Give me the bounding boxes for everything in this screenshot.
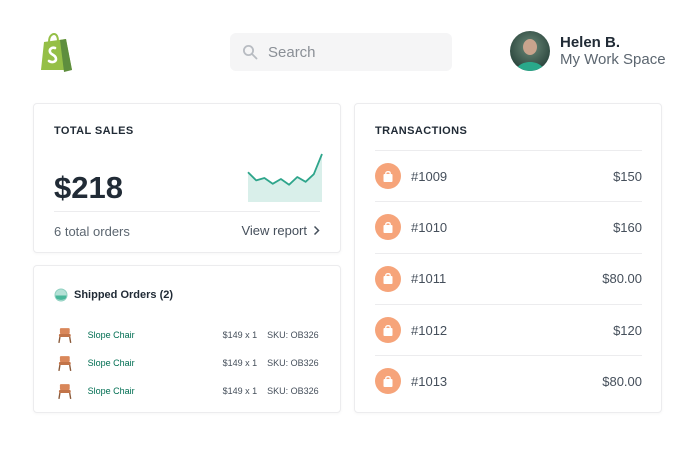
list-item[interactable]: Slope Chair $149 x 1 SKU: OB326 bbox=[56, 321, 320, 349]
divider bbox=[54, 211, 320, 212]
transaction-amount: $80.00 bbox=[602, 373, 642, 389]
shipped-items-list: Slope Chair $149 x 1 SKU: OB326 Slope Ch… bbox=[56, 321, 320, 405]
transactions-title: TRANSACTIONS bbox=[375, 125, 468, 137]
table-row[interactable]: #1010 $160 bbox=[375, 201, 642, 252]
avatar[interactable] bbox=[510, 31, 550, 71]
workspace-name: My Work Space bbox=[560, 51, 666, 68]
table-row[interactable]: #1012 $120 bbox=[375, 303, 642, 355]
transaction-amount: $160 bbox=[613, 219, 642, 235]
shipped-header[interactable]: Shipped Orders (2) bbox=[54, 288, 173, 302]
product-sku: SKU: OB326 bbox=[267, 330, 319, 340]
total-sales-card: TOTAL SALES $218 6 total orders View rep… bbox=[33, 103, 341, 253]
shipped-status-icon bbox=[54, 288, 68, 302]
shopping-bag-icon bbox=[375, 368, 401, 395]
avatar-portrait-icon bbox=[516, 39, 544, 71]
transaction-amount: $120 bbox=[613, 322, 642, 338]
product-sku: SKU: OB326 bbox=[267, 358, 319, 368]
sales-title: TOTAL SALES bbox=[54, 125, 134, 137]
shopping-bag-icon bbox=[375, 265, 401, 292]
chair-icon bbox=[58, 328, 72, 343]
user-menu[interactable]: Helen B. My Work Space bbox=[510, 31, 666, 71]
sales-amount: $218 bbox=[54, 170, 123, 205]
user-name: Helen B. bbox=[560, 34, 621, 51]
table-row[interactable]: #1009 $150 bbox=[375, 150, 642, 201]
shipped-title: Shipped Orders (2) bbox=[74, 289, 174, 301]
search-icon bbox=[243, 45, 258, 60]
chevron-right-icon bbox=[313, 225, 320, 236]
product-sku: SKU: OB326 bbox=[267, 386, 319, 396]
shopping-bag-icon bbox=[375, 214, 401, 241]
table-row[interactable]: #1013 $80.00 bbox=[375, 355, 642, 406]
list-item[interactable]: Slope Chair $149 x 1 SKU: OB326 bbox=[56, 349, 320, 377]
list-item[interactable]: Slope Chair $149 x 1 SKU: OB326 bbox=[56, 377, 320, 405]
view-report-link[interactable]: View report bbox=[241, 223, 320, 238]
search-input[interactable] bbox=[268, 43, 438, 61]
product-price: $149 x 1 bbox=[222, 358, 258, 368]
product-name[interactable]: Slope Chair bbox=[88, 358, 215, 368]
shopping-bag-icon bbox=[375, 163, 401, 190]
transaction-id: #1009 bbox=[411, 168, 448, 184]
transaction-amount: $150 bbox=[613, 168, 642, 184]
product-price: $149 x 1 bbox=[222, 330, 258, 340]
transaction-amount: $80.00 bbox=[602, 271, 642, 287]
transaction-id: #1011 bbox=[411, 271, 447, 287]
transaction-id: #1010 bbox=[411, 219, 448, 235]
sales-sparkline bbox=[247, 153, 323, 202]
chair-icon bbox=[58, 356, 72, 371]
search-bar[interactable] bbox=[230, 33, 452, 71]
transaction-id: #1012 bbox=[411, 322, 448, 338]
shipped-orders-card: Shipped Orders (2) Slope Chair $149 x 1 … bbox=[33, 265, 341, 413]
shopify-bag-icon[interactable] bbox=[36, 30, 76, 74]
transaction-id: #1013 bbox=[411, 373, 448, 389]
view-report-label: View report bbox=[241, 223, 307, 238]
product-name[interactable]: Slope Chair bbox=[88, 386, 215, 396]
shopping-bag-icon bbox=[375, 317, 401, 344]
chair-icon bbox=[58, 384, 72, 399]
total-orders-text: 6 total orders bbox=[54, 224, 130, 239]
product-name[interactable]: Slope Chair bbox=[88, 330, 215, 340]
transactions-card: TRANSACTIONS #1009 $150 #1010 $160 #1011… bbox=[354, 103, 662, 413]
product-price: $149 x 1 bbox=[222, 386, 258, 396]
table-row[interactable]: #1011 $80.00 bbox=[375, 252, 642, 304]
transactions-list: #1009 $150 #1010 $160 #1011 $80.00 #1012… bbox=[375, 150, 642, 406]
